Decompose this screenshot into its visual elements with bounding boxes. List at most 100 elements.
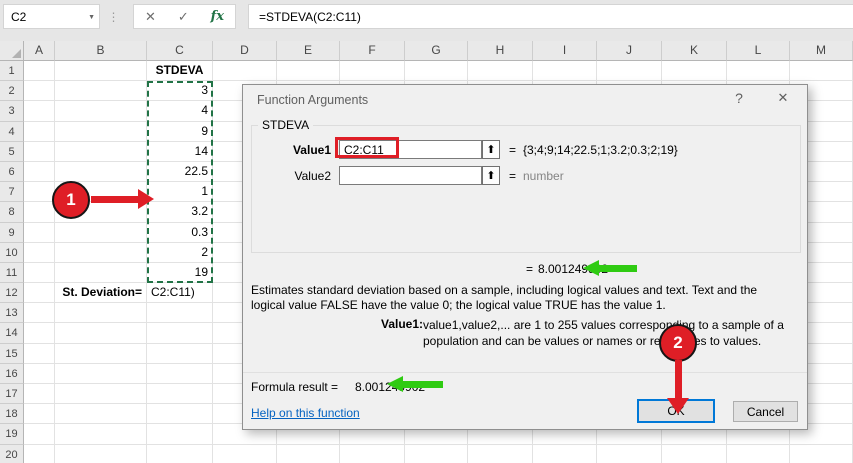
cell-A15[interactable]	[24, 344, 55, 364]
cell-J20[interactable]	[597, 445, 662, 463]
row-header-15[interactable]: 15	[0, 344, 24, 364]
row-header-2[interactable]: 2	[0, 81, 24, 101]
cell-B8[interactable]	[55, 202, 147, 222]
value2-range-selector-icon[interactable]: ⬆	[482, 166, 500, 185]
row-header-4[interactable]: 4	[0, 122, 24, 142]
column-header-C[interactable]: C	[147, 41, 213, 61]
column-header-I[interactable]: I	[533, 41, 597, 61]
cell-B16[interactable]	[55, 364, 147, 384]
cell-B13[interactable]	[55, 303, 147, 323]
row-header-9[interactable]: 9	[0, 223, 24, 243]
cell-A4[interactable]	[24, 122, 55, 142]
cell-F20[interactable]	[340, 445, 405, 463]
cell-B7[interactable]	[55, 182, 147, 202]
row-header-1[interactable]: 1	[0, 61, 24, 81]
cell-A7[interactable]	[24, 182, 55, 202]
cell-B15[interactable]	[55, 344, 147, 364]
cell-I20[interactable]	[533, 445, 597, 463]
column-header-J[interactable]: J	[597, 41, 662, 61]
cell-K20[interactable]	[662, 445, 727, 463]
cell-E1[interactable]	[277, 61, 340, 81]
row-header-20[interactable]: 20	[0, 445, 24, 463]
enter-icon[interactable]: ✓	[178, 9, 189, 25]
cell-D1[interactable]	[213, 61, 277, 81]
chevron-down-icon[interactable]: ▼	[88, 14, 95, 21]
cell-C11[interactable]: 19	[147, 263, 213, 283]
cell-C17[interactable]	[147, 384, 213, 404]
cancel-button[interactable]: Cancel	[733, 401, 798, 422]
row-header-17[interactable]: 17	[0, 384, 24, 404]
cell-C16[interactable]	[147, 364, 213, 384]
row-header-6[interactable]: 6	[0, 162, 24, 182]
cell-A18[interactable]	[24, 404, 55, 424]
row-header-13[interactable]: 13	[0, 303, 24, 323]
cell-A2[interactable]	[24, 81, 55, 101]
formula-bar-resize-handle[interactable]: ⋮	[107, 4, 119, 29]
cell-A16[interactable]	[24, 364, 55, 384]
cell-C2[interactable]: 3	[147, 81, 213, 101]
cell-H20[interactable]	[468, 445, 533, 463]
select-all-corner[interactable]	[0, 41, 24, 61]
cell-C10[interactable]: 2	[147, 243, 213, 263]
column-header-H[interactable]: H	[468, 41, 533, 61]
column-header-G[interactable]: G	[405, 41, 468, 61]
cell-I1[interactable]	[533, 61, 597, 81]
cell-B11[interactable]	[55, 263, 147, 283]
formula-input[interactable]: =STDEVA(C2:C11)	[248, 4, 853, 29]
cell-B5[interactable]	[55, 142, 147, 162]
cell-A17[interactable]	[24, 384, 55, 404]
column-header-B[interactable]: B	[55, 41, 147, 61]
column-header-E[interactable]: E	[277, 41, 340, 61]
cell-A1[interactable]	[24, 61, 55, 81]
cell-C4[interactable]: 9	[147, 122, 213, 142]
cell-B3[interactable]	[55, 101, 147, 121]
row-header-10[interactable]: 10	[0, 243, 24, 263]
column-header-L[interactable]: L	[727, 41, 790, 61]
value2-input[interactable]	[339, 166, 482, 185]
cell-B20[interactable]	[55, 445, 147, 463]
cell-C1[interactable]: STDEVA	[147, 61, 213, 81]
cell-J1[interactable]	[597, 61, 662, 81]
cell-C13[interactable]	[147, 303, 213, 323]
cell-A14[interactable]	[24, 323, 55, 343]
cell-D20[interactable]	[213, 445, 277, 463]
cell-A8[interactable]	[24, 202, 55, 222]
cell-B19[interactable]	[55, 424, 147, 444]
cell-G20[interactable]	[405, 445, 468, 463]
row-header-7[interactable]: 7	[0, 182, 24, 202]
cell-M1[interactable]	[790, 61, 853, 81]
cell-G1[interactable]	[405, 61, 468, 81]
cell-B10[interactable]	[55, 243, 147, 263]
name-box[interactable]: C2 ▼	[3, 4, 100, 29]
cell-C20[interactable]	[147, 445, 213, 463]
cell-C18[interactable]	[147, 404, 213, 424]
cell-A12[interactable]	[24, 283, 55, 303]
cell-F1[interactable]	[340, 61, 405, 81]
help-on-function-link[interactable]: Help on this function	[251, 406, 360, 420]
row-header-12[interactable]: 12	[0, 283, 24, 303]
row-header-5[interactable]: 5	[0, 142, 24, 162]
row-header-14[interactable]: 14	[0, 323, 24, 343]
cell-B14[interactable]	[55, 323, 147, 343]
row-header-19[interactable]: 19	[0, 424, 24, 444]
cell-L1[interactable]	[727, 61, 790, 81]
row-header-16[interactable]: 16	[0, 364, 24, 384]
column-header-M[interactable]: M	[790, 41, 853, 61]
ok-button[interactable]: OK	[637, 399, 715, 423]
row-header-3[interactable]: 3	[0, 101, 24, 121]
cell-E20[interactable]	[277, 445, 340, 463]
cell-C3[interactable]: 4	[147, 101, 213, 121]
cancel-icon[interactable]: ✕	[145, 9, 156, 25]
cell-B17[interactable]	[55, 384, 147, 404]
cell-B1[interactable]	[55, 61, 147, 81]
cell-C7[interactable]: 1	[147, 182, 213, 202]
cell-M20[interactable]	[790, 445, 853, 463]
column-header-D[interactable]: D	[213, 41, 277, 61]
cell-C12[interactable]: C2:C11)	[147, 283, 213, 303]
cell-A6[interactable]	[24, 162, 55, 182]
cell-A9[interactable]	[24, 223, 55, 243]
cell-C9[interactable]: 0.3	[147, 223, 213, 243]
cell-A11[interactable]	[24, 263, 55, 283]
cell-B4[interactable]	[55, 122, 147, 142]
cell-B6[interactable]	[55, 162, 147, 182]
